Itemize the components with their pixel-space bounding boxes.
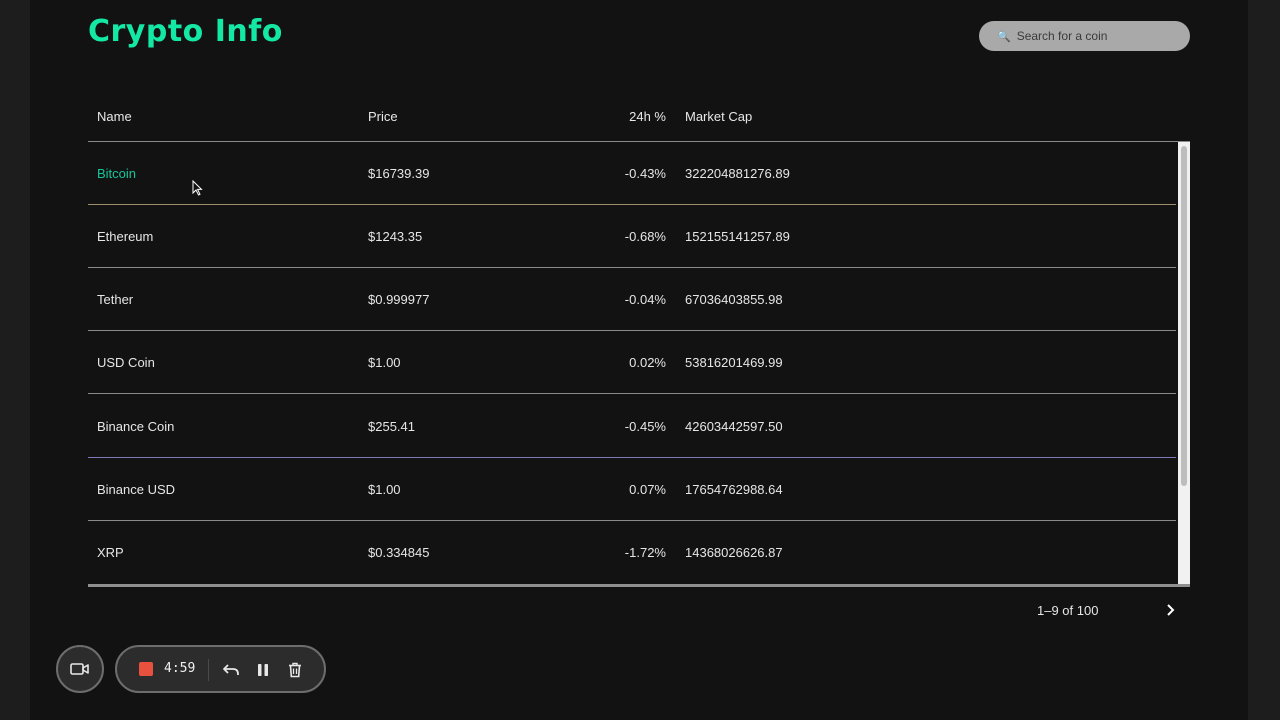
search-icon: 🔍 xyxy=(997,29,1011,43)
coin-price: $1243.35 xyxy=(368,229,423,244)
table-row[interactable]: Tether $0.999977 -0.04% 67036403855.98 xyxy=(88,268,1176,331)
coin-name[interactable]: Binance Coin xyxy=(97,419,174,434)
chevron-right-icon xyxy=(1167,604,1175,616)
pause-icon xyxy=(258,664,268,676)
table-scrollbar[interactable] xyxy=(1178,142,1190,584)
table-row[interactable]: XRP $0.334845 -1.72% 14368026626.87 xyxy=(88,521,1176,583)
coin-change: 0.02% xyxy=(629,355,666,370)
coin-change: -0.68% xyxy=(624,229,666,244)
camera-toggle-button[interactable] xyxy=(56,645,104,693)
recording-controls: 4:59 xyxy=(115,645,326,693)
table-body: Bitcoin $16739.39 -0.43% 322204881276.89… xyxy=(88,142,1190,587)
coin-change: -1.72% xyxy=(624,545,666,560)
coin-market-cap: 17654762988.64 xyxy=(685,482,783,497)
coin-name[interactable]: Tether xyxy=(97,292,133,307)
pause-button[interactable] xyxy=(253,660,273,680)
coin-price: $255.41 xyxy=(368,419,415,434)
table-header: Name Price 24h % Market Cap xyxy=(88,99,1190,142)
coin-market-cap: 322204881276.89 xyxy=(685,166,790,181)
trash-icon xyxy=(289,662,301,678)
column-header-name[interactable]: Name xyxy=(97,109,132,124)
column-header-market-cap[interactable]: Market Cap xyxy=(685,109,752,124)
video-camera-icon xyxy=(70,663,89,675)
coin-name[interactable]: Bitcoin xyxy=(97,166,136,181)
coin-name[interactable]: Ethereum xyxy=(97,229,153,244)
coin-change: -0.43% xyxy=(624,166,666,181)
delete-button[interactable] xyxy=(285,660,305,680)
table-row[interactable]: USD Coin $1.00 0.02% 53816201469.99 xyxy=(88,331,1176,394)
mouse-cursor-icon xyxy=(192,180,203,196)
app-title: Crypto Info xyxy=(88,14,283,49)
column-header-change[interactable]: 24h % xyxy=(629,109,666,124)
coin-market-cap: 53816201469.99 xyxy=(685,355,783,370)
divider xyxy=(208,659,209,681)
coin-change: -0.04% xyxy=(624,292,666,307)
coin-price: $16739.39 xyxy=(368,166,430,181)
pagination-label: 1–9 of 100 xyxy=(1037,603,1099,618)
coin-price: $0.334845 xyxy=(368,545,430,560)
table-row[interactable]: Binance USD $1.00 0.07% 17654762988.64 xyxy=(88,458,1176,521)
column-header-price[interactable]: Price xyxy=(368,109,398,124)
coin-change: 0.07% xyxy=(629,482,666,497)
search-input[interactable] xyxy=(1016,29,1177,43)
undo-button[interactable] xyxy=(221,660,241,680)
coin-market-cap: 14368026626.87 xyxy=(685,545,783,560)
coin-price: $1.00 xyxy=(368,482,401,497)
coin-price: $1.00 xyxy=(368,355,401,370)
undo-icon xyxy=(223,664,239,675)
next-page-button[interactable] xyxy=(1160,600,1180,620)
search-box[interactable]: 🔍 xyxy=(979,21,1190,51)
coin-price: $0.999977 xyxy=(368,292,430,307)
recording-timer: 4:59 xyxy=(164,661,196,676)
coin-market-cap: 42603442597.50 xyxy=(685,419,783,434)
coin-name[interactable]: Binance USD xyxy=(97,482,175,497)
coin-market-cap: 67036403855.98 xyxy=(685,292,783,307)
table-row[interactable]: Ethereum $1243.35 -0.68% 152155141257.89 xyxy=(88,205,1176,268)
coin-name[interactable]: XRP xyxy=(97,545,124,560)
scrollbar-thumb[interactable] xyxy=(1181,146,1187,486)
coin-name[interactable]: USD Coin xyxy=(97,355,155,370)
stop-recording-button[interactable] xyxy=(139,662,153,676)
coin-market-cap: 152155141257.89 xyxy=(685,229,790,244)
coin-change: -0.45% xyxy=(624,419,666,434)
table-row[interactable]: Binance Coin $255.41 -0.45% 42603442597.… xyxy=(88,395,1176,458)
table-row[interactable]: Bitcoin $16739.39 -0.43% 322204881276.89 xyxy=(88,142,1176,205)
